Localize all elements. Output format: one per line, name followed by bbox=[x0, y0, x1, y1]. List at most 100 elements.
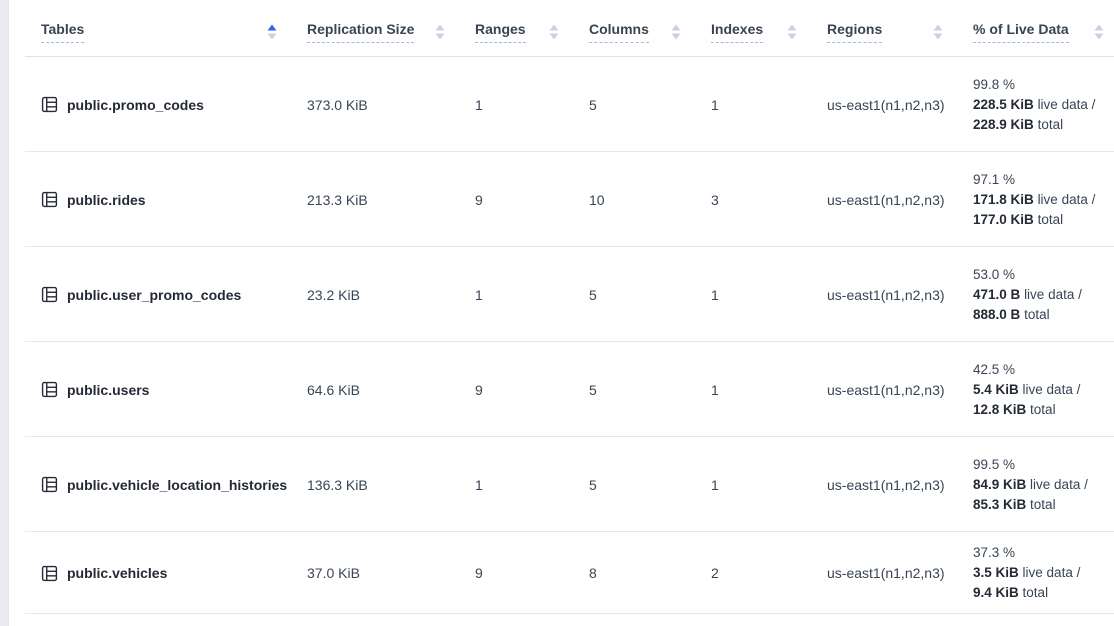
sort-arrows-icon bbox=[267, 24, 277, 40]
total-size-line: 177.0 KiB total bbox=[973, 210, 1114, 230]
sort-arrows-icon bbox=[671, 24, 681, 40]
table-name-link[interactable]: public.vehicle_location_histories bbox=[67, 475, 287, 495]
table-row[interactable]: public.promo_codes 373.0 KiB 1 5 1 us-ea… bbox=[9, 57, 1114, 152]
column-header-indexes[interactable]: Indexes bbox=[711, 0, 827, 57]
replication-size-cell: 136.3 KiB bbox=[307, 475, 475, 495]
sort-arrows-icon bbox=[1094, 24, 1104, 40]
live-percent: 97.1 % bbox=[973, 170, 1114, 190]
table-row[interactable]: public.vehicle_location_histories 136.3 … bbox=[9, 437, 1114, 532]
column-header-regions[interactable]: Regions bbox=[827, 0, 973, 57]
live-data-cell: 97.1 % 171.8 KiB live data / 177.0 KiB t… bbox=[973, 170, 1114, 230]
indexes-cell: 1 bbox=[711, 285, 827, 305]
tables-list-card: Tables Replication Size Ranges bbox=[8, 0, 1114, 626]
sort-arrows-icon bbox=[435, 24, 445, 40]
column-header-ranges[interactable]: Ranges bbox=[475, 0, 589, 57]
column-header-live-data[interactable]: % of Live Data bbox=[973, 0, 1114, 57]
column-label-columns: Columns bbox=[589, 21, 649, 43]
columns-cell: 8 bbox=[589, 563, 711, 583]
live-data-cell: 53.0 % 471.0 B live data / 888.0 B total bbox=[973, 265, 1114, 325]
total-size-line: 12.8 KiB total bbox=[973, 400, 1114, 420]
live-data-cell: 42.5 % 5.4 KiB live data / 12.8 KiB tota… bbox=[973, 360, 1114, 420]
regions-cell: us-east1(n1,n2,n3) bbox=[827, 190, 973, 210]
live-size-line: 3.5 KiB live data / bbox=[973, 563, 1114, 583]
live-percent: 99.5 % bbox=[973, 455, 1114, 475]
indexes-cell: 1 bbox=[711, 475, 827, 495]
sort-arrows-icon bbox=[933, 24, 943, 40]
total-size-line: 85.3 KiB total bbox=[973, 495, 1114, 515]
replication-size-cell: 373.0 KiB bbox=[307, 95, 475, 115]
table-name-cell: public.users bbox=[9, 380, 307, 400]
column-label-regions: Regions bbox=[827, 21, 882, 43]
replication-size-cell: 213.3 KiB bbox=[307, 190, 475, 210]
column-header-columns[interactable]: Columns bbox=[589, 0, 711, 57]
table-name-link[interactable]: public.vehicles bbox=[67, 563, 167, 583]
regions-cell: us-east1(n1,n2,n3) bbox=[827, 380, 973, 400]
ranges-cell: 9 bbox=[475, 563, 589, 583]
indexes-cell: 2 bbox=[711, 563, 827, 583]
column-label-tables: Tables bbox=[41, 21, 84, 43]
total-size-line: 228.9 KiB total bbox=[973, 115, 1114, 135]
column-label-ranges: Ranges bbox=[475, 21, 526, 43]
table-row[interactable]: public.vehicles 37.0 KiB 9 8 2 us-east1(… bbox=[9, 532, 1114, 614]
total-size-line: 888.0 B total bbox=[973, 305, 1114, 325]
live-data-cell: 99.8 % 228.5 KiB live data / 228.9 KiB t… bbox=[973, 75, 1114, 135]
replication-size-cell: 64.6 KiB bbox=[307, 380, 475, 400]
live-size-line: 228.5 KiB live data / bbox=[973, 95, 1114, 115]
column-label-live-data: % of Live Data bbox=[973, 21, 1069, 43]
table-name-link[interactable]: public.promo_codes bbox=[67, 95, 204, 115]
table-name-link[interactable]: public.rides bbox=[67, 190, 146, 210]
total-size-line: 9.4 KiB total bbox=[973, 583, 1114, 603]
table-body: public.promo_codes 373.0 KiB 1 5 1 us-ea… bbox=[9, 57, 1114, 614]
regions-cell: us-east1(n1,n2,n3) bbox=[827, 95, 973, 115]
sort-arrows-icon bbox=[787, 24, 797, 40]
replication-size-cell: 37.0 KiB bbox=[307, 563, 475, 583]
table-icon bbox=[41, 476, 58, 493]
live-data-cell: 99.5 % 84.9 KiB live data / 85.3 KiB tot… bbox=[973, 455, 1114, 515]
ranges-cell: 1 bbox=[475, 285, 589, 305]
table-name-link[interactable]: public.users bbox=[67, 380, 149, 400]
table-name-cell: public.rides bbox=[9, 190, 307, 210]
live-size-line: 471.0 B live data / bbox=[973, 285, 1114, 305]
table-icon bbox=[41, 381, 58, 398]
live-size-line: 171.8 KiB live data / bbox=[973, 190, 1114, 210]
table-row[interactable]: public.users 64.6 KiB 9 5 1 us-east1(n1,… bbox=[9, 342, 1114, 437]
indexes-cell: 1 bbox=[711, 380, 827, 400]
indexes-cell: 1 bbox=[711, 95, 827, 115]
columns-cell: 5 bbox=[589, 95, 711, 115]
live-size-line: 84.9 KiB live data / bbox=[973, 475, 1114, 495]
columns-cell: 10 bbox=[589, 190, 711, 210]
indexes-cell: 3 bbox=[711, 190, 827, 210]
ranges-cell: 1 bbox=[475, 95, 589, 115]
live-size-line: 5.4 KiB live data / bbox=[973, 380, 1114, 400]
regions-cell: us-east1(n1,n2,n3) bbox=[827, 475, 973, 495]
regions-cell: us-east1(n1,n2,n3) bbox=[827, 563, 973, 583]
live-percent: 53.0 % bbox=[973, 265, 1114, 285]
columns-cell: 5 bbox=[589, 285, 711, 305]
table-icon bbox=[41, 286, 58, 303]
ranges-cell: 1 bbox=[475, 475, 589, 495]
ranges-cell: 9 bbox=[475, 380, 589, 400]
columns-cell: 5 bbox=[589, 380, 711, 400]
table-row[interactable]: public.user_promo_codes 23.2 KiB 1 5 1 u… bbox=[9, 247, 1114, 342]
column-label-indexes: Indexes bbox=[711, 21, 763, 43]
regions-cell: us-east1(n1,n2,n3) bbox=[827, 285, 973, 305]
column-header-replication-size[interactable]: Replication Size bbox=[307, 0, 475, 57]
table-row[interactable]: public.rides 213.3 KiB 9 10 3 us-east1(n… bbox=[9, 152, 1114, 247]
table-name-cell: public.user_promo_codes bbox=[9, 285, 307, 305]
sort-arrows-icon bbox=[549, 24, 559, 40]
table-name-cell: public.vehicles bbox=[9, 563, 307, 583]
live-percent: 37.3 % bbox=[973, 543, 1114, 563]
table-icon bbox=[41, 96, 58, 113]
column-header-tables[interactable]: Tables bbox=[9, 0, 307, 57]
live-percent: 42.5 % bbox=[973, 360, 1114, 380]
table-header-row: Tables Replication Size Ranges bbox=[9, 0, 1114, 57]
table-name-cell: public.vehicle_location_histories bbox=[9, 475, 307, 495]
columns-cell: 5 bbox=[589, 475, 711, 495]
live-data-cell: 37.3 % 3.5 KiB live data / 9.4 KiB total bbox=[973, 543, 1114, 603]
table-name-link[interactable]: public.user_promo_codes bbox=[67, 285, 241, 305]
table-icon bbox=[41, 565, 58, 582]
ranges-cell: 9 bbox=[475, 190, 589, 210]
column-label-replication-size: Replication Size bbox=[307, 21, 414, 43]
table-icon bbox=[41, 191, 58, 208]
table-name-cell: public.promo_codes bbox=[9, 95, 307, 115]
